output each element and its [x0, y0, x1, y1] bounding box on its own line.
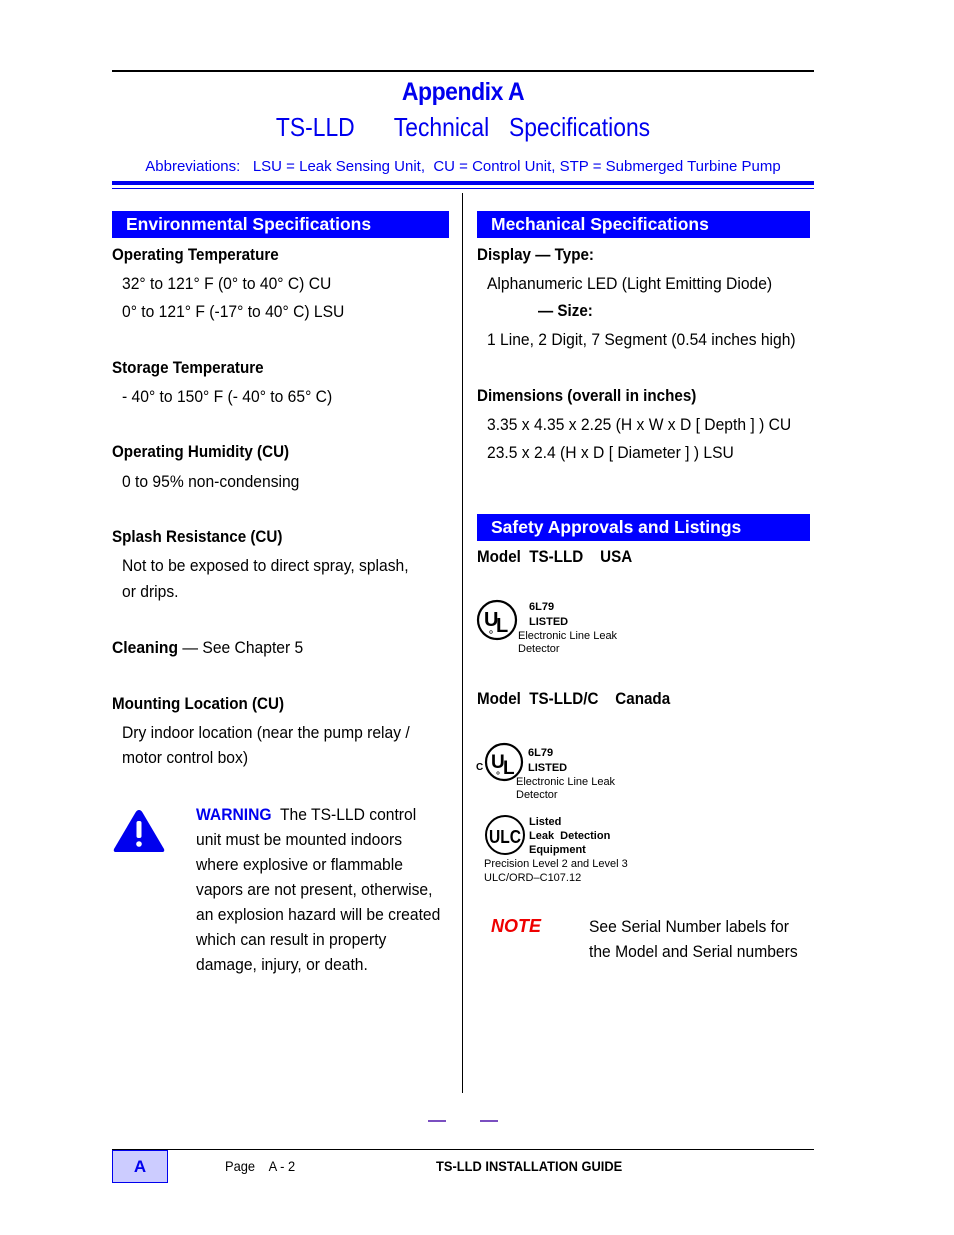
header-rule-thick [112, 181, 814, 185]
dimensions-cu: 3.35 x 4.35 x 2.25 (H x W x D [ Depth ] … [487, 415, 792, 434]
warning-line-3: where explosive or flammable [196, 855, 403, 874]
mounting-line-1: Dry indoor location (near the pump relay… [122, 723, 410, 742]
model-canada-heading: Model TS-LLD/C Canada [477, 690, 671, 708]
mounting-heading: Mounting Location (CU) [112, 695, 285, 713]
humidity-value: 0 to 95% non-condensing [122, 472, 300, 491]
dimensions-heading: Dimensions (overall in inches) [477, 387, 697, 405]
cul-desc-1: Electronic Line Leak [516, 776, 616, 788]
environmental-specs-header: Environmental Specifications [112, 211, 449, 238]
warning-line-4: vapors are not present, otherwise, [196, 880, 433, 899]
cul-prefix: C [476, 762, 484, 773]
ul-usa-listed: LISTED [529, 616, 569, 628]
decorative-dash-left [428, 1120, 446, 1122]
display-size-value: 1 Line, 2 Digit, 7 Segment (0.54 inches … [487, 330, 796, 349]
note-line-2: the Model and Serial numbers [589, 942, 798, 961]
mounting-line-2: motor control box) [122, 748, 249, 767]
cul-code: 6L79 [528, 747, 554, 759]
ulc-desc-1: Precision Level 2 and Level 3 [484, 858, 628, 870]
ulc-line-2: Leak Detection [529, 830, 611, 842]
humidity-heading: Operating Humidity (CU) [112, 443, 290, 461]
cleaning-line: Cleaning — See Chapter 5 [112, 638, 303, 658]
storage-temp-value: - 40° to 150° F (- 40° to 65° C) [122, 387, 333, 406]
splash-heading: Splash Resistance (CU) [112, 528, 283, 546]
warning-line-5: an explosion hazard will be created [196, 905, 441, 924]
cleaning-heading: Cleaning [112, 638, 179, 657]
abbreviations-line: Abbreviations: LSU = Leak Sensing Unit, … [145, 158, 781, 175]
ul-usa-code: 6L79 [529, 601, 555, 613]
operating-temp-heading: Operating Temperature [112, 246, 279, 264]
ulc-line-3: Equipment [529, 844, 586, 856]
footer-rule [112, 1149, 814, 1150]
operating-temp-lsu: 0° to 121° F (-17° to 40° C) LSU [122, 302, 345, 321]
mechanical-specs-header: Mechanical Specifications [477, 211, 810, 238]
safety-approvals-header: Safety Approvals and Listings [477, 514, 810, 541]
warning-label: WARNING [196, 805, 272, 824]
note-line-1: See Serial Number labels for [589, 917, 789, 936]
svg-text:L: L [496, 615, 508, 637]
section-tab: A [112, 1150, 168, 1183]
splash-line-1: Not to be exposed to direct spray, splas… [122, 556, 409, 575]
cleaning-text: — See Chapter 5 [178, 638, 304, 657]
page-subtitle: TS-LLD Technical Specifications [275, 112, 651, 142]
warning-message: WARNING The TS-LLD control unit must be … [196, 802, 466, 977]
svg-text:ULC: ULC [489, 827, 521, 847]
ulc-logo: ULC [485, 815, 525, 855]
warning-line-6: which can result in property [196, 930, 387, 949]
ul-usa-desc-2: Detector [518, 643, 560, 655]
ul-usa-desc-1: Electronic Line Leak [518, 630, 618, 642]
decorative-dash-right [480, 1120, 498, 1122]
display-type-heading: Display — Type: [477, 246, 594, 264]
display-size-heading: — Size: [538, 302, 593, 320]
warning-line-7: damage, injury, or death. [196, 955, 368, 974]
display-type-value: Alphanumeric LED (Light Emitting Diode) [487, 274, 773, 293]
dimensions-lsu: 23.5 x 2.4 (H x D [ Diameter ] ) LSU [487, 443, 734, 462]
svg-text:L: L [503, 758, 515, 779]
note-label: NOTE [491, 916, 542, 936]
warning-line-1: WARNING The TS-LLD control [196, 805, 417, 824]
ulc-line-1: Listed [529, 816, 562, 828]
warning-line-2: unit must be mounted indoors [196, 830, 403, 849]
cul-listed: LISTED [528, 762, 568, 774]
note-text: See Serial Number labels for the Model a… [589, 914, 816, 964]
guide-title: TS-LLD INSTALLATION GUIDE [436, 1158, 623, 1174]
splash-line-2: or drips. [122, 582, 179, 601]
page-title: Appendix A [401, 78, 525, 106]
ulc-desc-2: ULC/ORD–C107.12 [484, 872, 582, 884]
warning-triangle-icon [113, 810, 165, 852]
page-number: Page A - 2 [225, 1158, 296, 1174]
top-rule [112, 70, 814, 72]
ul-listed-logo: U L [476, 599, 518, 641]
model-usa-heading: Model TS-LLD USA [477, 548, 633, 566]
operating-temp-cu: 32° to 121° F (0° to 40° C) CU [122, 274, 332, 293]
cul-desc-2: Detector [516, 789, 558, 801]
header-rule-thin [112, 188, 814, 189]
storage-temp-heading: Storage Temperature [112, 359, 264, 377]
